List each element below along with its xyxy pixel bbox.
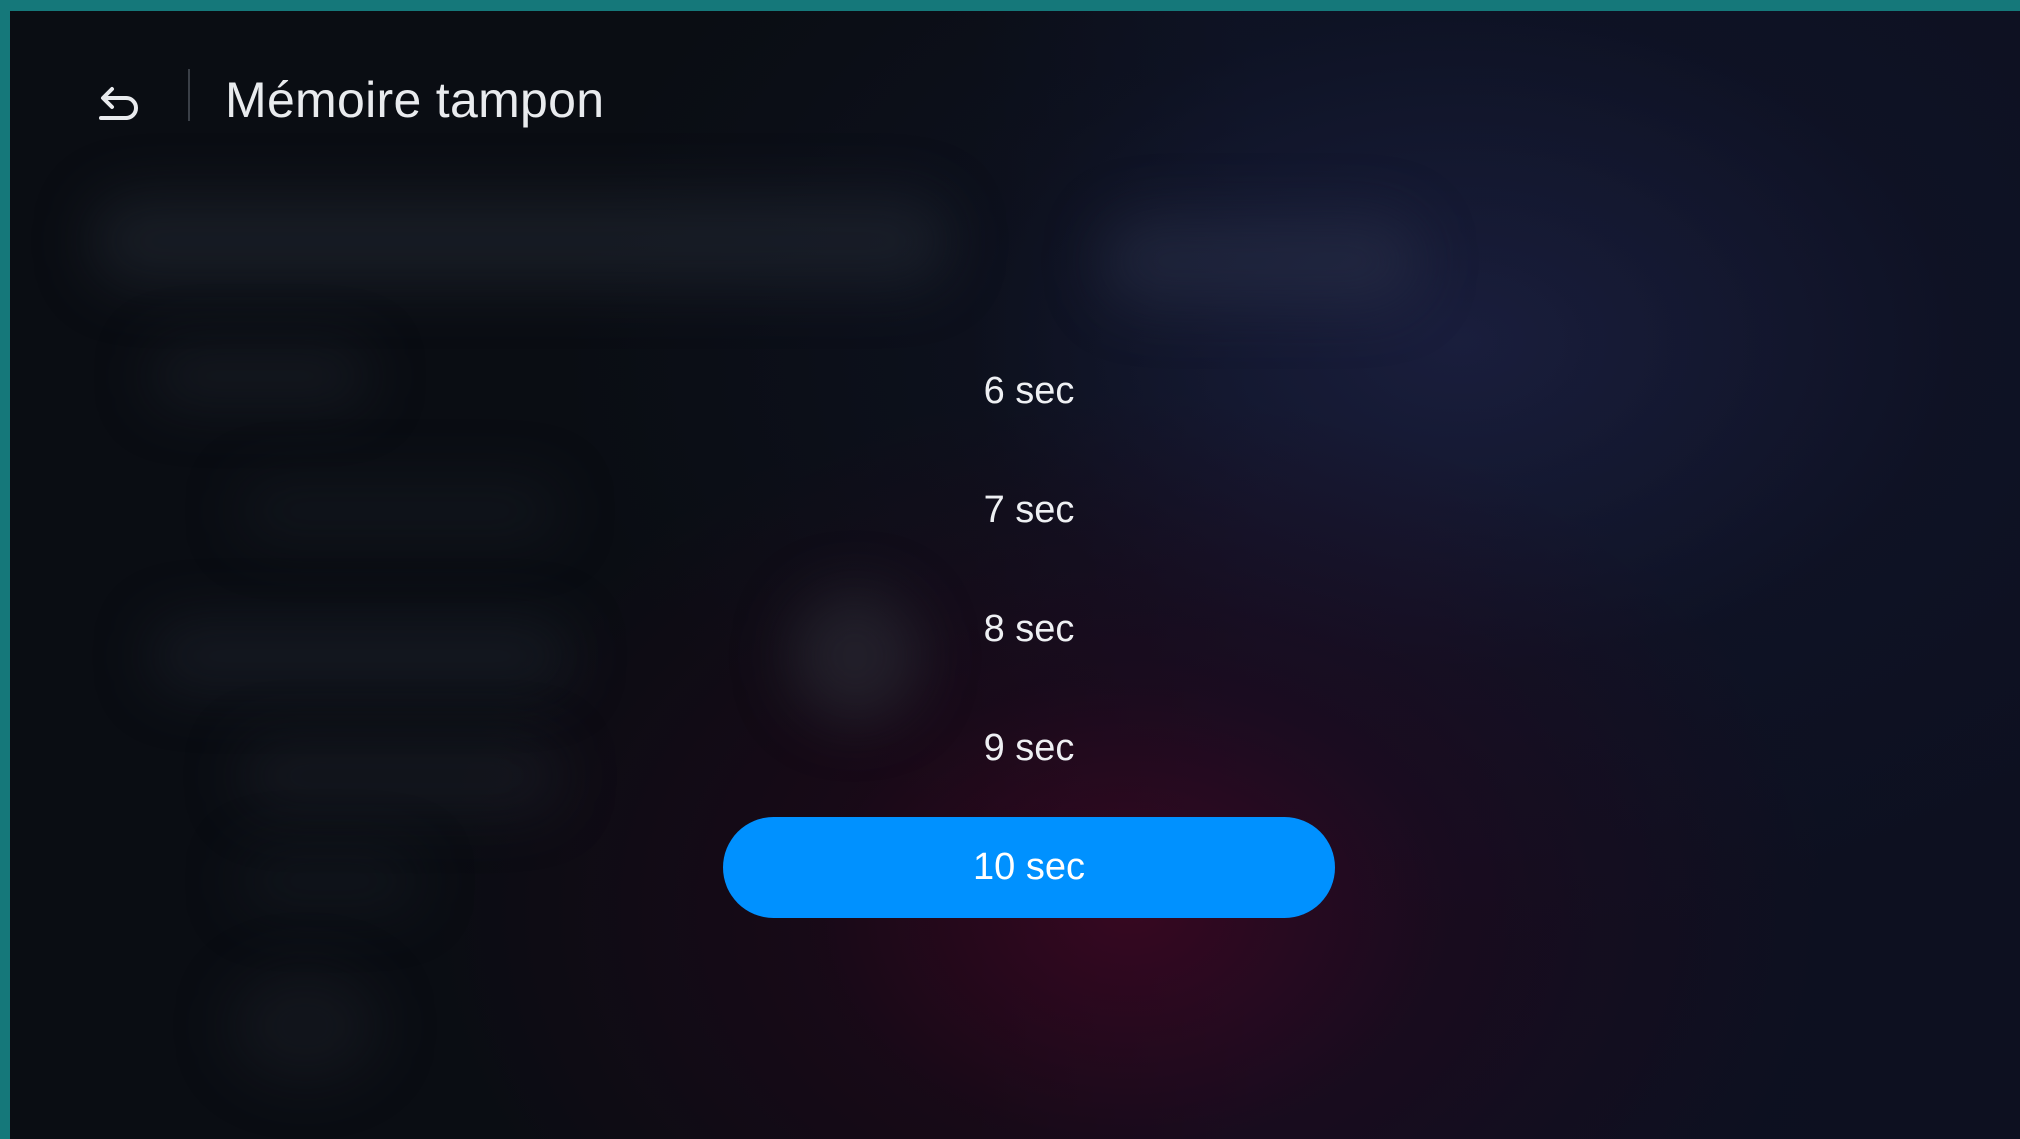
option-list: 6 sec 7 sec 8 sec 9 sec 10 sec — [723, 341, 1335, 936]
option-8-sec[interactable]: 8 sec — [723, 579, 1335, 680]
option-label: 6 sec — [983, 370, 1075, 412]
option-10-sec[interactable]: 10 sec — [723, 817, 1335, 918]
back-arrow-icon — [99, 87, 138, 120]
blurred-background-shape — [1100, 216, 1420, 306]
blurred-background-shape — [240, 481, 560, 541]
option-9-sec[interactable]: 9 sec — [723, 698, 1335, 799]
blurred-background-shape — [90, 196, 950, 286]
header: Mémoire tampon — [10, 11, 2020, 181]
option-6-sec[interactable]: 6 sec — [723, 341, 1335, 442]
screen: Mémoire tampon 6 sec 7 sec 8 sec 9 sec 1… — [10, 11, 2020, 1139]
option-label: 8 sec — [983, 608, 1075, 650]
header-divider — [188, 69, 190, 121]
back-button[interactable] — [84, 71, 154, 141]
option-label: 10 sec — [973, 846, 1085, 888]
blurred-background-shape — [230, 971, 380, 1081]
page-title: Mémoire tampon — [225, 72, 605, 128]
blurred-background-shape — [150, 346, 370, 406]
option-7-sec[interactable]: 7 sec — [723, 460, 1335, 561]
blurred-background-shape — [240, 741, 560, 811]
blurred-background-shape — [240, 851, 420, 911]
option-label: 9 sec — [983, 727, 1075, 769]
blurred-background-shape — [150, 621, 570, 691]
option-label: 7 sec — [983, 489, 1075, 531]
